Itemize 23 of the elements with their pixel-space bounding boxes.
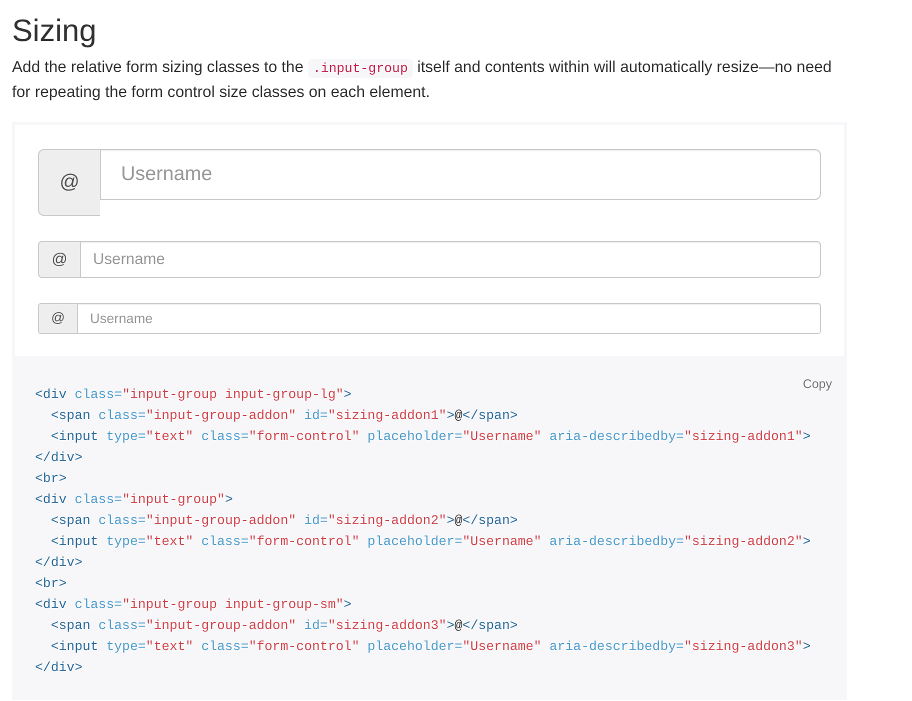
code-line: <br> [35,470,67,488]
code-line: <br> [35,575,67,593]
text-input[interactable]: Username [100,149,821,200]
code-line: <input type="text" class="form-control" placeholder="Username" aria-describedby="sizing-addon3"> [50,638,811,656]
code-line: </div> [35,659,82,677]
copy-button[interactable]: Copy [802,376,832,392]
input-addon: @ [38,241,80,278]
code-line: <span class="input-group-addon" id="sizing-addon3">@</span> [50,617,518,635]
code-line: <div class="input-group input-group-sm"> [35,596,352,614]
code-line: <div class="input-group input-group-lg"> [35,386,352,404]
code-line: <input type="text" class="form-control" placeholder="Username" aria-describedby="sizing-addon2"> [50,533,811,551]
code-line: <div class="input-group"> [35,491,233,509]
code-line: </div> [35,449,82,467]
intro-paragraph: Add the relative form sizing classes to the .input-group itself and contents within will automatically resize—no need for repeating the form control size classes on each element. [12,58,833,103]
text-input[interactable]: Username [80,241,821,278]
code-line: </div> [35,554,82,572]
text-input[interactable]: Username [77,303,821,334]
page-title: Sizing [12,12,98,49]
input-addon: @ [38,303,77,334]
code-line: <span class="input-group-addon" id="sizing-addon2">@</span> [50,512,518,530]
input-addon: @ [38,149,100,216]
code-line: <input type="text" class="form-control" placeholder="Username" aria-describedby="sizing-addon1"> [50,428,811,446]
code-line: <span class="input-group-addon" id="sizing-addon1">@</span> [50,407,518,425]
